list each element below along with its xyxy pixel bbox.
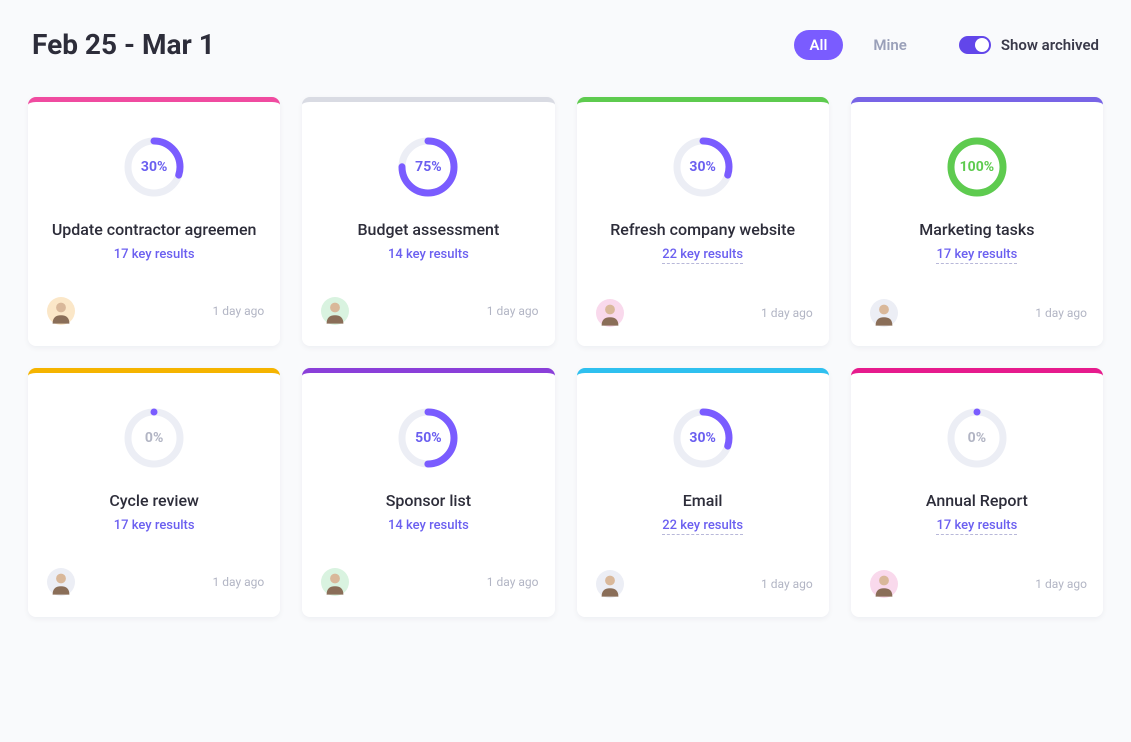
card-footer: 1 day ago bbox=[593, 567, 813, 601]
progress-percent: 30% bbox=[672, 407, 734, 469]
card-key-results[interactable]: 17 key results bbox=[114, 247, 195, 262]
objective-card[interactable]: 100% Marketing tasks 17 key results 1 da… bbox=[851, 97, 1103, 346]
avatar[interactable] bbox=[867, 567, 901, 601]
card-timestamp: 1 day ago bbox=[1035, 306, 1087, 320]
progress-ring: 0% bbox=[123, 407, 185, 469]
avatar[interactable] bbox=[867, 296, 901, 330]
card-title: Cycle review bbox=[109, 491, 199, 510]
avatar[interactable] bbox=[318, 294, 352, 328]
objective-card[interactable]: 0% Cycle review 17 key results 1 day ago bbox=[28, 368, 280, 617]
card-key-results[interactable]: 14 key results bbox=[388, 518, 469, 533]
card-timestamp: 1 day ago bbox=[213, 575, 265, 589]
objective-card[interactable]: 30% Refresh company website 22 key resul… bbox=[577, 97, 829, 346]
card-key-results[interactable]: 22 key results bbox=[662, 247, 743, 264]
card-footer: 1 day ago bbox=[318, 294, 538, 328]
card-key-results[interactable]: 17 key results bbox=[936, 518, 1017, 535]
card-timestamp: 1 day ago bbox=[1035, 577, 1087, 591]
card-title: Email bbox=[683, 491, 723, 510]
progress-percent: 30% bbox=[672, 136, 734, 198]
toggle-icon bbox=[959, 36, 991, 54]
objective-card[interactable]: 75% Budget assessment 14 key results 1 d… bbox=[302, 97, 554, 346]
progress-ring: 0% bbox=[946, 407, 1008, 469]
progress-ring: 75% bbox=[397, 136, 459, 198]
card-title: Annual Report bbox=[926, 491, 1028, 510]
avatar[interactable] bbox=[593, 296, 627, 330]
objective-card[interactable]: 0% Annual Report 17 key results 1 day ag… bbox=[851, 368, 1103, 617]
card-title: Update contractor agreemen bbox=[52, 220, 257, 239]
objective-card[interactable]: 30% Email 22 key results 1 day ago bbox=[577, 368, 829, 617]
progress-percent: 0% bbox=[123, 407, 185, 469]
card-title: Budget assessment bbox=[357, 220, 499, 239]
card-timestamp: 1 day ago bbox=[487, 304, 539, 318]
objective-card[interactable]: 30% Update contractor agreemen 17 key re… bbox=[28, 97, 280, 346]
progress-percent: 75% bbox=[397, 136, 459, 198]
avatar[interactable] bbox=[44, 294, 78, 328]
progress-percent: 50% bbox=[397, 407, 459, 469]
show-archived-toggle[interactable]: Show archived bbox=[959, 36, 1099, 54]
progress-ring: 30% bbox=[672, 136, 734, 198]
card-footer: 1 day ago bbox=[867, 567, 1087, 601]
progress-ring: 100% bbox=[946, 136, 1008, 198]
filter-mine-button[interactable]: Mine bbox=[857, 30, 922, 60]
filter-all-button[interactable]: All bbox=[794, 30, 844, 60]
card-key-results[interactable]: 22 key results bbox=[662, 518, 743, 535]
progress-percent: 30% bbox=[123, 136, 185, 198]
card-footer: 1 day ago bbox=[44, 294, 264, 328]
card-timestamp: 1 day ago bbox=[761, 306, 813, 320]
card-footer: 1 day ago bbox=[593, 296, 813, 330]
card-timestamp: 1 day ago bbox=[487, 575, 539, 589]
card-footer: 1 day ago bbox=[44, 565, 264, 599]
progress-percent: 100% bbox=[946, 136, 1008, 198]
toggle-label: Show archived bbox=[1001, 36, 1099, 54]
cards-grid: 30% Update contractor agreemen 17 key re… bbox=[28, 97, 1103, 617]
progress-ring: 30% bbox=[672, 407, 734, 469]
filter-pills: All Mine bbox=[794, 30, 923, 60]
card-footer: 1 day ago bbox=[867, 296, 1087, 330]
card-title: Refresh company website bbox=[610, 220, 795, 239]
card-key-results[interactable]: 17 key results bbox=[114, 518, 195, 533]
avatar[interactable] bbox=[44, 565, 78, 599]
card-key-results[interactable]: 17 key results bbox=[936, 247, 1017, 264]
avatar[interactable] bbox=[318, 565, 352, 599]
card-timestamp: 1 day ago bbox=[761, 577, 813, 591]
card-footer: 1 day ago bbox=[318, 565, 538, 599]
header-controls: All Mine Show archived bbox=[794, 30, 1099, 60]
progress-percent: 0% bbox=[946, 407, 1008, 469]
avatar[interactable] bbox=[593, 567, 627, 601]
progress-ring: 50% bbox=[397, 407, 459, 469]
card-key-results[interactable]: 14 key results bbox=[388, 247, 469, 262]
page-title: Feb 25 - Mar 1 bbox=[32, 28, 215, 61]
card-timestamp: 1 day ago bbox=[213, 304, 265, 318]
card-title: Sponsor list bbox=[386, 491, 471, 510]
progress-ring: 30% bbox=[123, 136, 185, 198]
card-title: Marketing tasks bbox=[919, 220, 1034, 239]
objective-card[interactable]: 50% Sponsor list 14 key results 1 day ag… bbox=[302, 368, 554, 617]
